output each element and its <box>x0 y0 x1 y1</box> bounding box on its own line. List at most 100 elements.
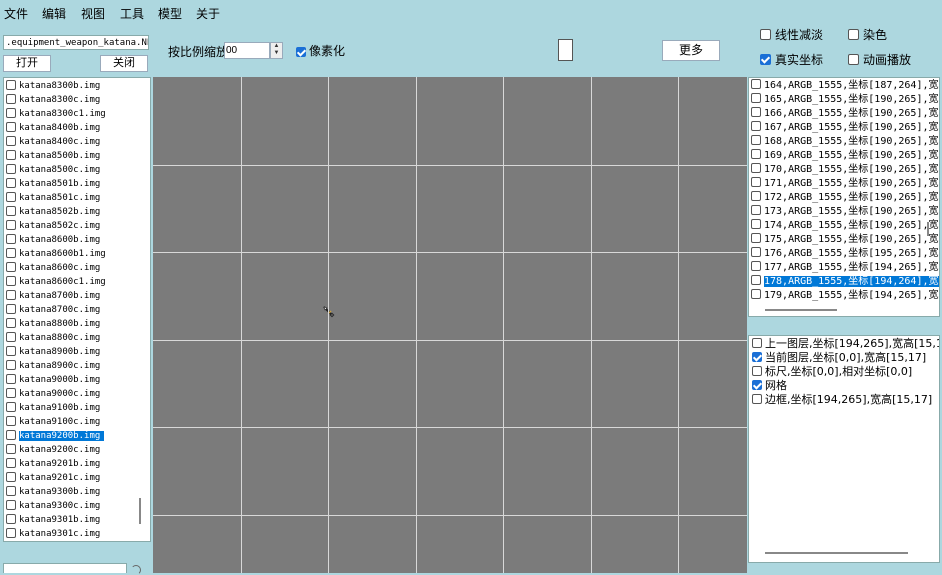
layer-list-item[interactable]: 边框,坐标[194,265],宽高[15,17] <box>749 393 932 407</box>
layer-list-hscrollbar[interactable] <box>765 552 908 554</box>
refresh-icon[interactable] <box>131 565 141 575</box>
frame-list-item[interactable]: 172,ARGB_1555,坐标[190,265],宽 <box>749 191 939 205</box>
file-checkbox[interactable] <box>6 429 16 440</box>
spinner-arrows-icon[interactable]: ▲ ▼ <box>270 42 283 59</box>
frame-checkbox[interactable] <box>751 289 761 299</box>
menu-about[interactable]: 关于 <box>196 5 220 22</box>
menu-tools[interactable]: 工具 <box>120 5 144 22</box>
file-list-item[interactable]: katana8300b.img <box>4 79 100 93</box>
file-checkbox[interactable] <box>6 191 16 202</box>
frame-list-item[interactable]: 168,ARGB_1555,坐标[190,265],宽 <box>749 135 939 149</box>
frame-list-item[interactable]: 166,ARGB_1555,坐标[190,265],宽 <box>749 107 939 121</box>
file-list-item[interactable]: katana9200b.img <box>4 429 105 443</box>
menu-file[interactable]: 文件 <box>4 5 28 22</box>
frame-checkbox[interactable] <box>751 79 761 89</box>
dye-checkbox[interactable] <box>848 29 859 41</box>
file-checkbox[interactable] <box>6 289 16 300</box>
frame-checkbox[interactable] <box>751 219 761 229</box>
frame-list-item[interactable]: 179,ARGB_1555,坐标[194,265],宽 <box>749 289 939 303</box>
animate-checkbox[interactable] <box>848 54 859 66</box>
file-checkbox[interactable] <box>6 163 16 174</box>
color-swatch[interactable] <box>558 39 573 61</box>
file-checkbox[interactable] <box>6 499 16 510</box>
file-list-item[interactable]: katana9000b.img <box>4 373 100 387</box>
frame-checkbox[interactable] <box>751 205 761 215</box>
file-checkbox[interactable] <box>6 373 16 384</box>
file-list-item[interactable]: katana8800c.img <box>4 331 100 345</box>
file-list-item[interactable]: katana8400c.img <box>4 135 100 149</box>
layer-checkbox[interactable] <box>752 338 762 348</box>
file-checkbox[interactable] <box>6 93 16 104</box>
file-checkbox[interactable] <box>6 79 16 90</box>
file-checkbox[interactable] <box>6 485 16 496</box>
file-list-item[interactable]: katana9200c.img <box>4 443 100 457</box>
file-list-item[interactable]: katana9201c.img <box>4 471 100 485</box>
frame-list-vscrollbar[interactable] <box>927 222 929 236</box>
file-checkbox[interactable] <box>6 275 16 286</box>
file-list-item[interactable]: katana8900c.img <box>4 359 100 373</box>
file-list-item[interactable]: katana8400b.img <box>4 121 100 135</box>
file-checkbox[interactable] <box>6 149 16 160</box>
file-list-item[interactable]: katana8900b.img <box>4 345 100 359</box>
file-checkbox[interactable] <box>6 401 16 412</box>
frame-checkbox[interactable] <box>751 177 761 187</box>
frame-list-item[interactable]: 171,ARGB_1555,坐标[190,265],宽 <box>749 177 939 191</box>
frame-checkbox[interactable] <box>751 121 761 131</box>
frame-list-item[interactable]: 164,ARGB_1555,坐标[187,264],宽 <box>749 79 939 93</box>
file-checkbox[interactable] <box>6 471 16 482</box>
frame-list-item[interactable]: 178,ARGB_1555,坐标[194,264],宽 <box>749 275 939 289</box>
file-checkbox[interactable] <box>6 457 16 468</box>
frame-list-item[interactable]: 176,ARGB_1555,坐标[195,265],宽 <box>749 247 939 261</box>
frame-list[interactable]: 164,ARGB_1555,坐标[187,264],宽 165,ARGB_1555… <box>748 77 940 317</box>
frame-list-item[interactable]: 165,ARGB_1555,坐标[190,265],宽 <box>749 93 939 107</box>
file-checkbox[interactable] <box>6 247 16 258</box>
frame-list-item[interactable]: 169,ARGB_1555,坐标[190,265],宽 <box>749 149 939 163</box>
frame-list-item[interactable]: 177,ARGB_1555,坐标[194,265],宽 <box>749 261 939 275</box>
bottom-search-input[interactable] <box>3 563 127 573</box>
scale-input[interactable]: 00 <box>224 42 270 59</box>
file-list-item[interactable]: katana8501c.img <box>4 191 100 205</box>
layer-checkbox[interactable] <box>752 394 762 404</box>
frame-list-item[interactable]: 173,ARGB_1555,坐标[190,265],宽 <box>749 205 939 219</box>
frame-checkbox[interactable] <box>751 93 761 103</box>
frame-checkbox[interactable] <box>751 275 761 285</box>
layer-list-item[interactable]: 网格 <box>749 379 787 393</box>
more-button[interactable]: 更多 <box>662 40 720 61</box>
layer-checkbox[interactable] <box>752 380 762 390</box>
file-list-item[interactable]: katana9300c.img <box>4 499 100 513</box>
file-list-item[interactable]: katana9000c.img <box>4 387 100 401</box>
pixelate-checkbox[interactable] <box>296 46 306 57</box>
file-list-item[interactable]: katana9301b.img <box>4 513 100 527</box>
file-list-scrollbar[interactable] <box>139 498 141 524</box>
frame-list-hscrollbar[interactable] <box>765 309 837 311</box>
npk-path-field[interactable]: .equipment_weapon_katana.NPK <box>3 35 149 50</box>
frame-list-item[interactable]: 170,ARGB_1555,坐标[190,265],宽 <box>749 163 939 177</box>
layer-list-item[interactable]: 标尺,坐标[0,0],相对坐标[0,0] <box>749 365 912 379</box>
file-list-item[interactable]: katana8600c.img <box>4 261 100 275</box>
file-checkbox[interactable] <box>6 177 16 188</box>
frame-list-item[interactable]: 167,ARGB_1555,坐标[190,265],宽 <box>749 121 939 135</box>
file-checkbox[interactable] <box>6 359 16 370</box>
file-list-item[interactable]: katana8700b.img <box>4 289 100 303</box>
file-checkbox[interactable] <box>6 205 16 216</box>
file-list-item[interactable]: katana8500b.img <box>4 149 100 163</box>
real-coords-checkbox[interactable] <box>760 54 771 66</box>
layer-checkbox[interactable] <box>752 352 762 362</box>
file-list-item[interactable]: katana8700c.img <box>4 303 100 317</box>
close-button[interactable]: 关闭 <box>100 55 148 72</box>
file-checkbox[interactable] <box>6 387 16 398</box>
linear-fade-option[interactable]: 线性减淡 <box>760 26 823 43</box>
file-list-item[interactable]: katana9300b.img <box>4 485 100 499</box>
frame-checkbox[interactable] <box>751 233 761 243</box>
layer-list-item[interactable]: 上一图层,坐标[194,265],宽高[15,17 <box>749 337 939 351</box>
frame-checkbox[interactable] <box>751 191 761 201</box>
file-list-item[interactable]: katana8800b.img <box>4 317 100 331</box>
frame-checkbox[interactable] <box>751 149 761 159</box>
frame-list-item[interactable]: 175,ARGB_1555,坐标[190,265],宽 <box>749 233 939 247</box>
file-checkbox[interactable] <box>6 135 16 146</box>
file-checkbox[interactable] <box>6 415 16 426</box>
file-checkbox[interactable] <box>6 345 16 356</box>
file-checkbox[interactable] <box>6 303 16 314</box>
file-list-item[interactable]: katana9301c.img <box>4 527 100 541</box>
file-list-item[interactable]: katana8600b1.img <box>4 247 106 261</box>
